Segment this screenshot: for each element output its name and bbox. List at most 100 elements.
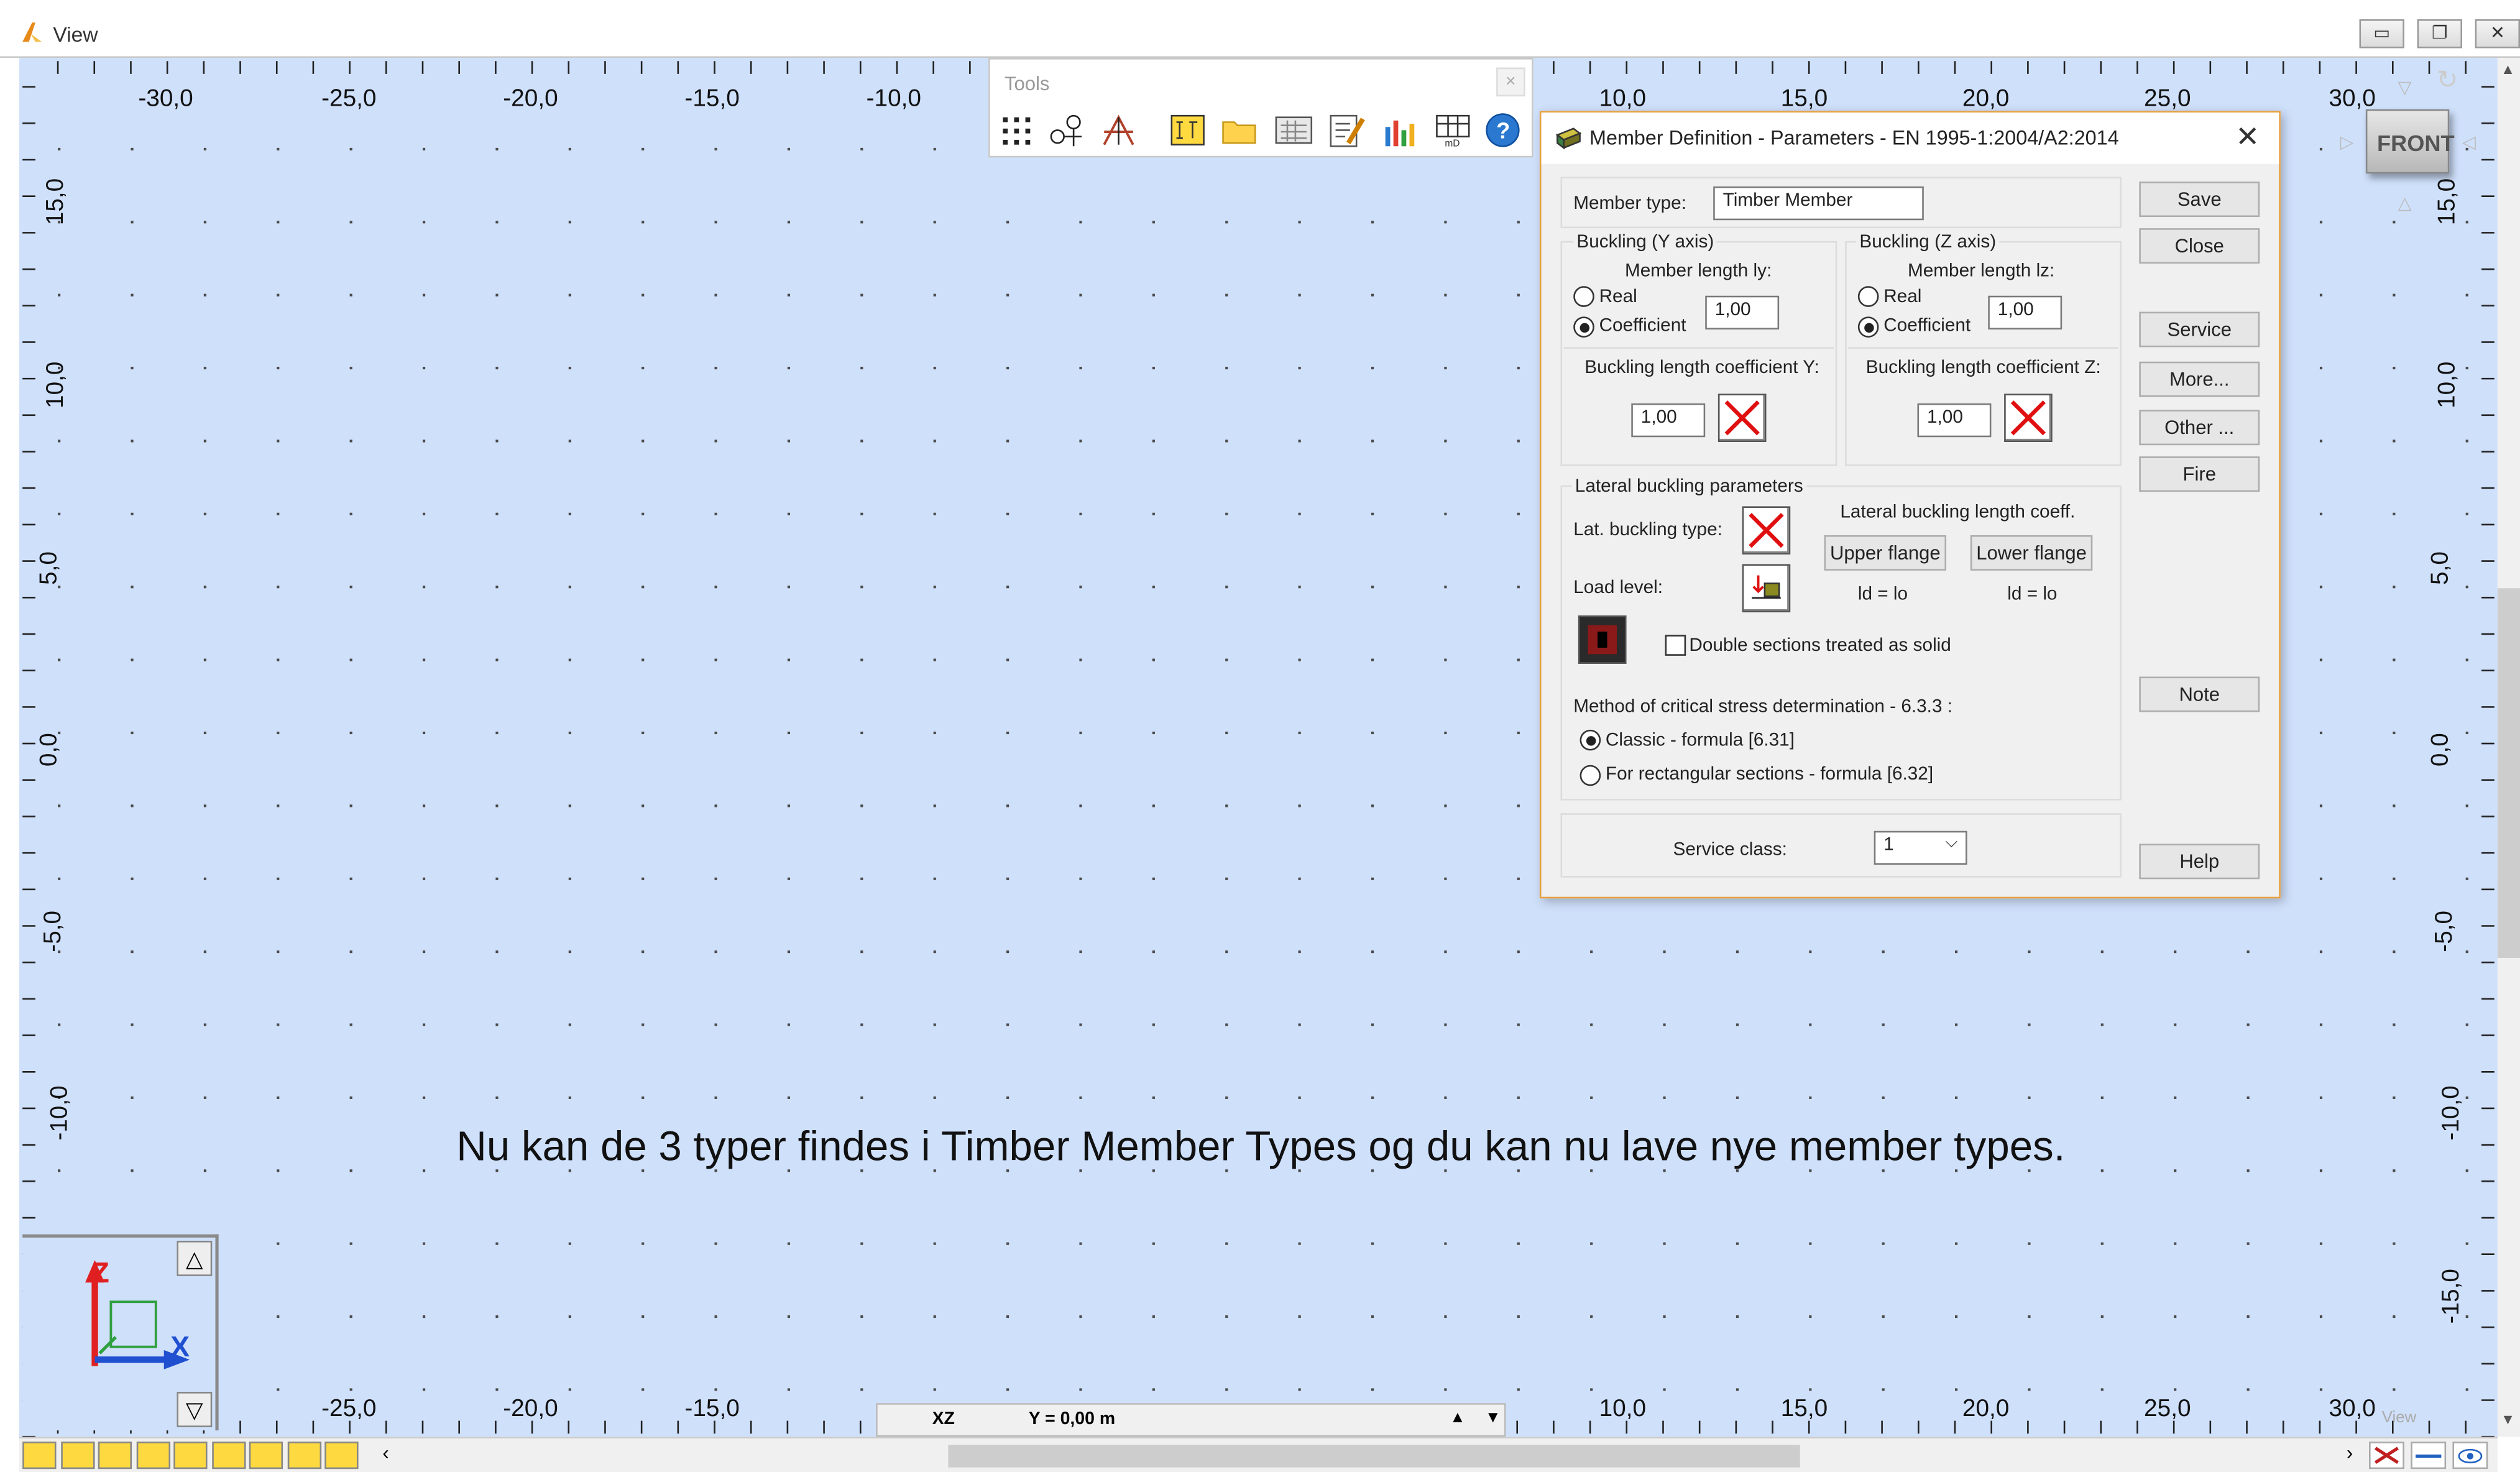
ly-real-label: Real [1599,287,1637,307]
member-view-icon [2416,1454,2442,1458]
bottom-toolbar-button-8[interactable] [287,1442,321,1470]
bottom-toolbar-button-4[interactable] [136,1442,170,1470]
rectangular-formula-radio[interactable] [1580,765,1601,786]
help-icon[interactable]: ? [1482,111,1524,149]
window-title-bar: View ▭ ❐ ✕ [0,0,2520,58]
cube-left-arrow-icon[interactable]: ▷ [2340,132,2353,153]
ruler-top-label: -20,0 [503,85,558,113]
red-x-icon [2010,400,2046,436]
structure-icon[interactable] [1099,111,1141,149]
ly-coefficient-radio[interactable] [1573,316,1594,338]
bottom-toolbar-button-2[interactable] [60,1442,94,1470]
chevron-down-icon: ⌵ [1945,834,1958,852]
close-button[interactable]: Close [2139,228,2260,264]
bottom-toolbar-button-6[interactable] [211,1442,246,1470]
lateral-buckling-title: Lateral buckling parameters [1571,477,1806,497]
lat-buckling-type-button[interactable] [1742,506,1791,554]
ruler-right-label: -10,0 [2437,1085,2465,1141]
open-folder-icon[interactable] [1220,111,1261,149]
ruler-bottom-label: 10,0 [1599,1395,1647,1423]
scroll-down-arrow-icon[interactable]: ▼ [2501,1411,2515,1427]
buckling-z-divider [1848,347,2118,349]
buckling-z-diagram-button[interactable] [2004,393,2053,443]
ruler-top-label: -15,0 [684,85,740,113]
scroll-up-arrow-icon[interactable]: ▲ [2501,61,2515,77]
buckling-z-title: Buckling (Z axis) [1856,232,2000,252]
node-numbering-icon[interactable] [1046,111,1088,149]
bottom-toolbar-button-7[interactable] [249,1442,283,1470]
tools-close-button[interactable]: × [1496,67,1525,97]
classic-formula-label: Classic - formula [6.31] [1605,731,1795,751]
restore-button[interactable]: ❐ [2417,19,2462,48]
service-button[interactable]: Service [2139,311,2260,347]
fire-button[interactable]: Fire [2139,456,2260,492]
scroll-right-arrow-icon[interactable]: › [2347,1442,2353,1464]
lower-flange-button[interactable]: Lower flange [1970,535,2093,571]
calculator-icon[interactable] [1273,111,1315,149]
save-button[interactable]: Save [2139,182,2260,218]
service-class-select[interactable]: 1 ⌵ [1874,830,1967,865]
double-sections-label: Double sections treated as solid [1689,636,1951,656]
vertical-scroll-thumb[interactable] [2497,588,2520,958]
section-shape-button[interactable] [1578,615,1627,664]
display-mode-button-3[interactable] [2452,1442,2488,1470]
cube-rotate-icon[interactable]: ↻ [2437,64,2458,96]
navcube-view-label: View [2381,1409,2417,1427]
lz-value-input[interactable]: 1,00 [1988,295,2062,330]
display-mode-button-2[interactable] [2411,1442,2447,1470]
display-mode-button-1[interactable] [2369,1442,2404,1470]
lz-coefficient-radio[interactable] [1857,316,1879,338]
member-type-input[interactable]: Timber Member [1713,186,1924,221]
tools-title: Tools [1004,72,1050,95]
grid-icon[interactable] [996,111,1038,149]
ruler-top-label: -25,0 [321,85,377,113]
table-icon[interactable]: mD [1432,111,1474,149]
cube-right-arrow-icon[interactable]: ◁ [2462,132,2476,153]
cube-down-arrow-icon[interactable]: △ [2398,193,2412,214]
horizontal-scroll-thumb[interactable] [948,1445,1800,1468]
lz-real-radio[interactable] [1857,286,1879,307]
note-button[interactable]: Note [2139,676,2260,712]
notes-icon[interactable] [1326,111,1368,149]
ruler-left-label: 15,0 [42,178,70,226]
classic-formula-radio[interactable] [1580,729,1601,751]
load-level-button[interactable] [1742,564,1791,613]
lat-buckling-type-label: Lat. buckling type: [1573,520,1722,540]
ruler-bottom-label: -25,0 [321,1395,377,1423]
ruler-top-label: -30,0 [138,85,193,113]
bottom-toolbar-button-9[interactable] [324,1442,359,1470]
ly-value-input[interactable]: 1,00 [1705,295,1780,330]
more-button[interactable]: More... [2139,361,2260,397]
navigation-cube[interactable]: FRONT ▽ △ ▷ ◁ ↻ [2330,64,2491,214]
section-icon[interactable] [1167,111,1208,149]
buckling-coef-y-input[interactable]: 1,00 [1631,403,1706,438]
level-up-icon[interactable]: ▲ [1450,1409,1466,1427]
scroll-left-arrow-icon[interactable]: ‹ [382,1442,389,1464]
double-sections-checkbox[interactable] [1665,635,1686,656]
upper-flange-button[interactable]: Upper flange [1824,535,1947,571]
cube-front-face[interactable]: FRONT [2365,109,2455,174]
bottom-toolbar-button-3[interactable] [98,1442,132,1470]
close-window-button[interactable]: ✕ [2475,19,2520,48]
buckling-y-diagram-button[interactable] [1718,393,1767,443]
dialog-close-icon[interactable]: ✕ [2235,121,2260,154]
bottom-toolbar-button-1[interactable] [22,1442,57,1470]
minimize-button[interactable]: ▭ [2359,19,2404,48]
ly-real-radio[interactable] [1573,286,1594,307]
other-button[interactable]: Other ... [2139,410,2260,446]
view-down-button[interactable]: ▽ [177,1392,213,1427]
cube-up-arrow-icon[interactable]: ▽ [2398,77,2412,98]
red-x-icon [1724,400,1760,436]
ruler-top-label: 10,0 [1599,85,1647,113]
ruler-right-label: 10,0 [2433,361,2461,408]
results-chart-icon[interactable] [1379,111,1420,149]
buckling-coef-z-input[interactable]: 1,00 [1917,403,1992,438]
bottom-toolbar-button-5[interactable] [173,1442,208,1470]
level-down-icon[interactable]: ▼ [1485,1409,1501,1427]
lower-flange-equation: ld = lo [2007,585,2058,605]
ruler-right-label: -15,0 [2437,1268,2465,1324]
view-up-button[interactable]: △ [177,1241,213,1276]
help-button[interactable]: Help [2139,844,2260,880]
load-level-icon [1752,575,1781,599]
vertical-scrollbar[interactable]: ▲ ▼ [2497,58,2520,1437]
